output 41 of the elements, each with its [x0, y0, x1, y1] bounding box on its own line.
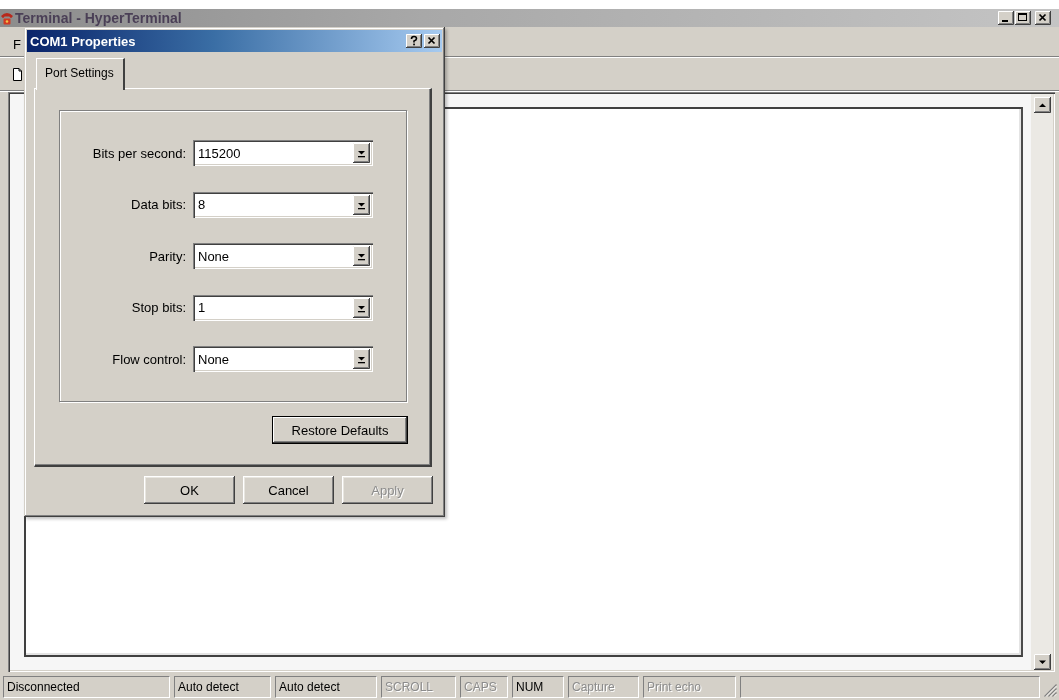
restore-defaults-button[interactable]: Restore Defaults	[272, 416, 408, 444]
status-pane: SCROLL	[381, 676, 456, 698]
document-icon[interactable]	[13, 67, 22, 81]
scroll-down-icon[interactable]	[1033, 654, 1051, 670]
scroll-up-icon[interactable]	[1033, 97, 1051, 113]
maximize-icon[interactable]	[1015, 11, 1031, 25]
dialog-title: COM1 Properties	[30, 33, 137, 49]
resize-grip-icon[interactable]	[1044, 684, 1057, 697]
field-label: Stop bits:	[130, 300, 186, 315]
dialog-button[interactable]: OK	[144, 476, 235, 504]
status-pane: Auto detect	[174, 676, 271, 698]
caret-icon[interactable]	[353, 194, 370, 215]
close-icon[interactable]	[1035, 11, 1051, 25]
status-pane: Capture	[568, 676, 639, 698]
status-pane: CAPS	[460, 676, 508, 698]
help-icon[interactable]	[406, 34, 422, 48]
status-pane: Auto detect	[275, 676, 377, 698]
field-label: Bits per second:	[91, 145, 186, 161]
dropdown[interactable]: None	[193, 346, 373, 372]
scrollbar[interactable]	[1031, 94, 1053, 670]
minimize-icon[interactable]	[998, 11, 1014, 25]
status-pane: Print echo	[643, 676, 736, 698]
close-icon[interactable]	[424, 34, 440, 48]
caret-icon[interactable]	[353, 246, 370, 266]
field-label: Parity:	[148, 248, 186, 264]
dropdown[interactable]: None	[193, 243, 373, 269]
caret-icon[interactable]	[353, 297, 370, 318]
caret-icon[interactable]	[353, 349, 370, 369]
tab[interactable]: Port Settings	[36, 58, 125, 90]
field-label: Data bits:	[130, 197, 186, 212]
dropdown[interactable]: 115200	[193, 140, 373, 166]
field-label: Flow control:	[111, 351, 186, 367]
dropdown[interactable]: 8	[193, 191, 373, 218]
status-pane: Disconnected	[3, 676, 170, 698]
window-title: Terminal - HyperTerminal	[15, 10, 182, 26]
dropdown[interactable]: 1	[193, 294, 373, 321]
menu-item[interactable]: F	[13, 37, 21, 52]
dialog-button[interactable]: Cancel	[243, 476, 334, 504]
caret-icon[interactable]	[353, 143, 370, 163]
status-pane: NUM	[512, 676, 564, 698]
phone-icon	[0, 11, 14, 25]
